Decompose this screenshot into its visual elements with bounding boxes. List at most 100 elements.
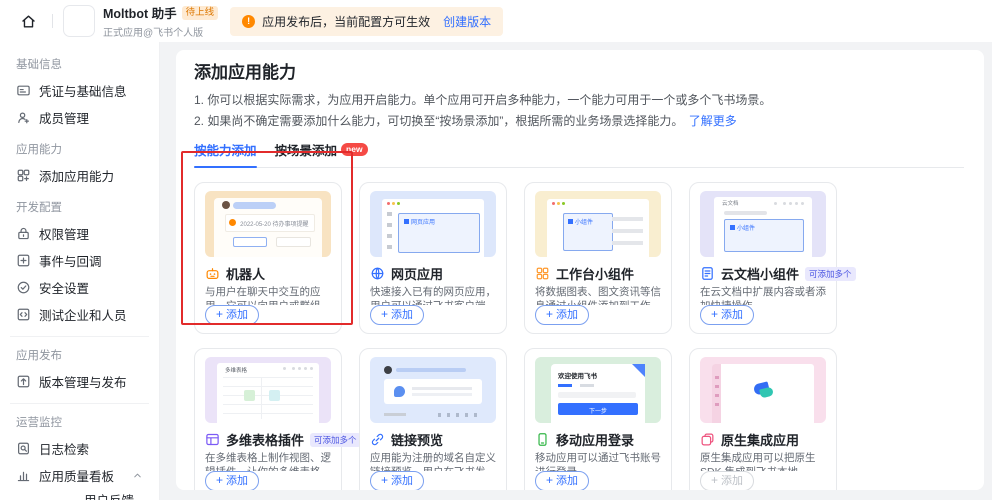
sidebar-item-permission[interactable]: 权限管理 xyxy=(10,220,149,247)
card-illustration xyxy=(370,357,496,423)
illustration-text: 2022-05-20 待办事项提醒 xyxy=(240,219,308,228)
sidebar: 基础信息凭证与基础信息成员管理应用能力添加应用能力开发配置权限管理事件与回调安全… xyxy=(0,42,160,500)
credential-icon xyxy=(16,83,31,98)
sidebar-section: 基础信息凭证与基础信息成员管理 xyxy=(10,46,149,131)
home-icon xyxy=(20,13,37,30)
card-illustration: 小组件 xyxy=(535,191,661,257)
sidebar-item-add-capability[interactable]: 添加应用能力 xyxy=(10,162,149,189)
card-name: 机器人 xyxy=(226,264,265,283)
widget-icon xyxy=(535,266,550,281)
card-illustration: 多维表格 xyxy=(205,357,331,423)
docwidget-icon xyxy=(700,266,715,281)
card-illustration: 云文档小组件 xyxy=(700,191,826,257)
app-subtitle: 正式应用@飞书个人版 xyxy=(103,24,218,39)
robot-icon xyxy=(205,266,220,281)
illustration-text: 欢迎使用飞书 xyxy=(558,370,597,380)
card-name: 移动应用登录 xyxy=(556,430,634,449)
card-description: 应用能为注册的域名自定义链接预览，用户在飞书发送链接后，能在链接下方展示... xyxy=(370,452,496,471)
capability-card: 网页应用网页应用快速接入已有的网页应用，用户可以通过飞书客户端免登录快速进入。添… xyxy=(359,182,507,334)
card-description: 将数据图表、图文资讯等信息通过小组件添加到工作台。 xyxy=(535,286,661,305)
add-button-label: 添加 xyxy=(556,473,578,489)
add-button[interactable]: 添加 xyxy=(370,305,424,325)
sidebar-item-event[interactable]: 事件与回调 xyxy=(10,247,149,274)
description-text: 2. 如果尚不确定需要添加什么能力，可切换至“按场景添加”，根据所需的业务场景选… xyxy=(194,114,683,128)
add-button[interactable]: 添加 xyxy=(205,471,259,490)
sidebar-section-label: 应用发布 xyxy=(10,337,149,368)
header-divider xyxy=(52,14,53,28)
illustration-text: 网页应用 xyxy=(404,217,435,226)
card-name: 云文档小组件 xyxy=(721,264,799,283)
multi-badge: 可添加多个 xyxy=(310,433,361,447)
sidebar-item-label: 权限管理 xyxy=(39,224,89,243)
card-description: 原生集成应用可以把原生 SDK 集成到飞书本地，并调用其中的对应方法，为用户提.… xyxy=(700,452,826,471)
sidebar-item-quality[interactable]: 应用质量看板 xyxy=(10,462,149,489)
sidebar-item-label: 日志检索 xyxy=(39,439,89,458)
illustration-text: 小组件 xyxy=(730,223,755,232)
native-icon xyxy=(700,432,715,447)
test-icon xyxy=(16,307,31,322)
sidebar-subitem[interactable]: 用户反馈 xyxy=(10,489,149,500)
sidebar-item-label: 添加应用能力 xyxy=(39,166,114,185)
sidebar-item-release[interactable]: 版本管理与发布 xyxy=(10,368,149,395)
card-title-row: 移动应用登录 xyxy=(535,430,661,449)
add-button[interactable]: 添加 xyxy=(205,305,259,325)
capability-card: 欢迎使用飞书下一步移动应用登录移动应用可以通过飞书账号进行登录。添加 xyxy=(524,348,672,490)
sidebar-item-label: 应用质量看板 xyxy=(39,466,114,485)
illustration-shape xyxy=(712,364,721,423)
card-name: 网页应用 xyxy=(391,264,443,283)
sidebar-item-label: 事件与回调 xyxy=(39,251,102,270)
card-description: 移动应用可以通过飞书账号进行登录。 xyxy=(535,452,661,471)
tab-label: 按能力添加 xyxy=(194,140,257,159)
add-button-label: 添加 xyxy=(391,473,413,489)
plus-icon xyxy=(546,473,553,489)
sidebar-item-security[interactable]: 安全设置 xyxy=(10,274,149,301)
add-button[interactable]: 添加 xyxy=(700,471,754,490)
home-button[interactable] xyxy=(14,7,42,35)
add-button[interactable]: 添加 xyxy=(535,305,589,325)
sidebar-item-members[interactable]: 成员管理 xyxy=(10,104,149,131)
sidebar-section: 应用发布版本管理与发布 xyxy=(10,336,149,395)
sidebar-item-credential[interactable]: 凭证与基础信息 xyxy=(10,77,149,104)
illustration-text: 多维表格 xyxy=(225,366,247,374)
content-panel: 添加应用能力 1. 你可以根据实际需求，为应用开启能力。单个应用可开启多种能力，… xyxy=(176,50,984,490)
banner-text: 应用发布后，当前配置方可生效 xyxy=(262,13,430,30)
sidebar-item-label: 凭证与基础信息 xyxy=(39,81,127,100)
capability-card: 原生集成应用原生集成应用可以把原生 SDK 集成到飞书本地，并调用其中的对应方法… xyxy=(689,348,837,490)
illustration-shape xyxy=(244,390,255,401)
capability-card: 多维表格多维表格插件可添加多个在多维表格上制作视图、逻辑插件，让你的多维表格变得… xyxy=(194,348,342,490)
sidebar-item-test[interactable]: 测试企业和人员 xyxy=(10,301,149,328)
capability-card: 云文档小组件云文档小组件可添加多个在云文档中扩展内容或者添加快捷操作。添加 xyxy=(689,182,837,334)
description-line: 1. 你可以根据实际需求，为应用开启能力。单个应用可开启多种能力，一个能力可用于… xyxy=(194,92,964,109)
illustration-shape xyxy=(233,237,311,247)
add-button[interactable]: 添加 xyxy=(700,305,754,325)
description-line: 2. 如果尚不确定需要添加什么能力，可切换至“按场景添加”，根据所需的业务场景选… xyxy=(194,113,964,130)
sidebar-item-label: 成员管理 xyxy=(39,108,89,127)
add-button-label: 添加 xyxy=(226,307,248,323)
illustration-text: 云文档 xyxy=(722,199,739,207)
web-icon xyxy=(370,266,385,281)
add-button-label: 添加 xyxy=(556,307,578,323)
new-badge: new xyxy=(341,143,368,156)
card-description: 在多维表格上制作视图、逻辑插件，让你的多维表格变得更强大。 xyxy=(205,452,331,471)
card-description: 在云文档中扩展内容或者添加快捷操作。 xyxy=(700,286,826,305)
create-version-link[interactable]: 创建版本 xyxy=(443,13,491,30)
plus-icon xyxy=(216,473,223,489)
release-icon xyxy=(16,374,31,389)
illustration-shape xyxy=(558,384,572,387)
card-title-row: 网页应用 xyxy=(370,264,496,283)
card-illustration: 欢迎使用飞书下一步 xyxy=(535,357,661,423)
sidebar-item-log[interactable]: 日志检索 xyxy=(10,435,149,462)
capability-card: 小组件工作台小组件将数据图表、图文资讯等信息通过小组件添加到工作台。添加 xyxy=(524,182,672,334)
card-illustration: 2022-05-20 待办事项提醒 xyxy=(205,191,331,257)
add-button-label: 添加 xyxy=(391,307,413,323)
top-header: Moltbot 助手 待上线 正式应用@飞书个人版 应用发布后，当前配置方可生效… xyxy=(0,0,992,42)
add-button[interactable]: 添加 xyxy=(535,471,589,490)
tab-1[interactable]: 按能力添加 xyxy=(194,136,257,167)
illustration-shape xyxy=(223,377,313,419)
add-button-label: 添加 xyxy=(226,473,248,489)
tab-2[interactable]: 按场景添加new xyxy=(275,136,368,167)
add-button[interactable]: 添加 xyxy=(370,471,424,490)
sidebar-section: 运营监控日志检索应用质量看板用户反馈开发质量 xyxy=(10,403,149,500)
card-description: 与用户在聊天中交互的应用，它可以向用户或群组自动发送消息、响应用户的消... xyxy=(205,286,331,305)
learn-more-link[interactable]: 了解更多 xyxy=(689,114,737,128)
